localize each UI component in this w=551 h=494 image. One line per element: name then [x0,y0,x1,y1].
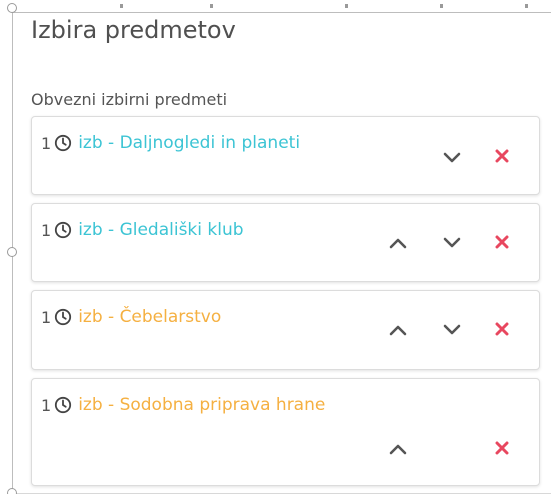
clock-icon [55,396,72,414]
subject-label[interactable]: izb - Čebelarstvo [78,307,221,327]
crop-mark [210,4,213,8]
close-icon [495,441,509,455]
chevron-down-icon [443,152,461,163]
subject-card-header: 1 izb - Čebelarstvo [41,307,221,327]
close-icon [495,149,509,163]
resize-handle-top[interactable] [7,3,17,13]
crop-mark [120,4,123,8]
subject-label[interactable]: izb - Gledališki klub [78,220,243,240]
subject-number: 1 [41,220,52,240]
close-icon [495,235,509,249]
crop-mark [345,4,348,8]
move-down-button[interactable] [439,317,465,343]
remove-button[interactable] [489,435,515,461]
clock-icon [55,308,72,326]
subject-number: 1 [41,133,52,153]
subject-label[interactable]: izb - Daljnogledi in planeti [78,133,300,153]
subject-card: 1 izb - Gledališki klub [31,203,540,282]
panel-title: Izbira predmetov [31,16,236,44]
move-up-button[interactable] [385,317,411,343]
chevron-down-icon [443,324,461,335]
crop-mark [525,4,528,8]
resize-handle-bottom[interactable] [7,488,17,494]
subject-card-header: 1 izb - Daljnogledi in planeti [41,133,300,153]
remove-button[interactable] [489,229,515,255]
subject-number: 1 [41,395,52,415]
subject-card: 1 izb - Sodobna priprava hrane [31,378,540,486]
chevron-up-icon [389,325,407,336]
crop-mark [440,4,443,8]
move-down-button[interactable] [439,145,465,171]
close-icon [495,322,509,336]
chevron-down-icon [443,237,461,248]
remove-button[interactable] [489,143,515,169]
move-down-button[interactable] [439,230,465,256]
subject-card-header: 1 izb - Sodobna priprava hrane [41,395,325,415]
section-title: Obvezni izbirni predmeti [31,90,228,109]
chevron-up-icon [389,444,407,455]
clock-icon [55,134,72,152]
subject-label[interactable]: izb - Sodobna priprava hrane [78,395,325,415]
remove-button[interactable] [489,316,515,342]
clock-icon [55,221,72,239]
resize-handle-middle[interactable] [7,247,17,257]
move-up-button[interactable] [385,230,411,256]
chevron-up-icon [389,238,407,249]
subject-card: 1 izb - Daljnogledi in planeti [31,116,540,195]
subject-card-header: 1 izb - Gledališki klub [41,220,244,240]
panel-frame-top [12,12,551,13]
subject-number: 1 [41,307,52,327]
move-up-button[interactable] [385,436,411,462]
subject-card: 1 izb - Čebelarstvo [31,290,540,370]
